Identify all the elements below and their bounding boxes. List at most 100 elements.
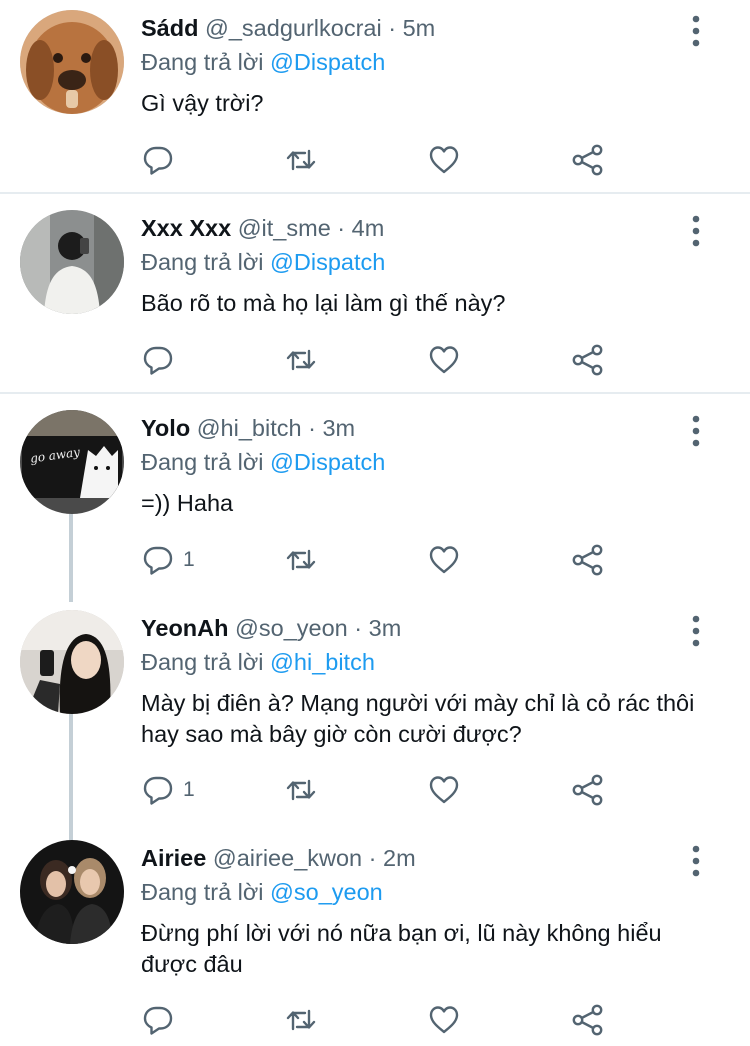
retweet-button[interactable] [284,1002,318,1038]
retweet-button[interactable] [284,142,318,178]
replying-to: Đang trả lời @hi_bitch [141,647,375,677]
avatar[interactable] [20,10,124,114]
separator-dot: · [354,615,363,641]
replying-to-label: Đang trả lời [141,249,264,275]
tweet[interactable]: Airiee @airiee_kwon · 2m Đang trả lời @s… [0,840,750,1046]
retweet-button[interactable] [284,342,318,378]
replying-to: Đang trả lời @Dispatch [141,247,385,277]
tweet[interactable]: Xxx Xxx @it_sme · 4m Đang trả lời @Dispa… [0,210,750,393]
more-options-icon [692,845,700,877]
author-handle[interactable]: @_sadgurlkocrai [205,15,382,41]
tweet-header: YeonAh @so_yeon · 3m [141,613,401,643]
more-options-icon [692,415,700,447]
reply-button[interactable]: 1 [141,542,195,578]
reply-count: 1 [183,778,195,801]
tweet[interactable]: Sádd @_sadgurlkocrai · 5m Đang trả lời @… [0,10,750,193]
reply-button[interactable] [141,342,183,378]
tweet-text: Đừng phí lời với nó nữa bạn ơi, lũ này k… [141,920,662,977]
retweet-icon [286,779,316,801]
tweet-header: Sádd @_sadgurlkocrai · 5m [141,13,435,43]
author-name[interactable]: Yolo [141,415,190,441]
like-button[interactable] [427,342,461,378]
author-name[interactable]: Airiee [141,845,206,871]
author-name[interactable]: Xxx Xxx [141,215,231,241]
retweet-icon [286,1009,316,1031]
like-icon [429,346,459,374]
timestamp[interactable]: 3m [322,415,355,441]
tweet-header: Yolo @hi_bitch · 3m [141,413,355,443]
retweet-button[interactable] [284,542,318,578]
reply-button[interactable]: 1 [141,772,195,808]
author-handle[interactable]: @hi_bitch [197,415,302,441]
reply-button[interactable] [141,142,183,178]
replying-to: Đang trả lời @Dispatch [141,47,385,77]
like-icon [429,146,459,174]
timestamp[interactable]: 3m [369,615,402,641]
author-name[interactable]: Sádd [141,15,198,41]
separator-dot: · [308,415,316,441]
mention-link[interactable]: @Dispatch [270,249,385,275]
avatar[interactable] [20,840,124,944]
author-handle[interactable]: @it_sme [238,215,331,241]
author-name[interactable]: YeonAh [141,615,228,641]
timestamp[interactable]: 4m [352,215,385,241]
reply-icon [143,346,173,375]
more-options-icon [692,15,700,47]
share-button[interactable] [571,772,605,808]
replying-to-label: Đang trả lời [141,649,264,675]
retweet-icon [286,149,316,171]
tweet[interactable]: YeonAh @so_yeon · 3m Đang trả lời @hi_bi… [0,610,750,840]
timestamp[interactable]: 2m [383,845,416,871]
thread-connector [69,714,73,840]
like-button[interactable] [427,1002,461,1038]
like-button[interactable] [427,542,461,578]
thread-connector [69,514,73,602]
action-bar [141,1002,621,1038]
reply-icon [143,1006,173,1035]
timestamp[interactable]: 5m [403,15,436,41]
more-options-button[interactable] [682,614,710,648]
share-button[interactable] [571,1002,605,1038]
avatar[interactable] [20,210,124,314]
reply-icon [143,776,173,805]
share-button[interactable] [571,342,605,378]
mention-link[interactable]: @so_yeon [270,879,383,905]
more-options-icon [692,215,700,247]
mention-link[interactable]: @hi_bitch [270,649,375,675]
divider [0,392,750,394]
reply-feed: Sádd @_sadgurlkocrai · 5m Đang trả lời @… [0,0,750,1046]
more-options-button[interactable] [682,14,710,48]
retweet-icon [286,549,316,571]
like-icon [429,546,459,574]
like-icon [429,1006,459,1034]
avatar[interactable]: go away [20,410,124,514]
mention-link[interactable]: @Dispatch [270,449,385,475]
like-button[interactable] [427,772,461,808]
retweet-button[interactable] [284,772,318,808]
mention-link[interactable]: @Dispatch [270,49,385,75]
tweet-text: =)) Haha [141,490,234,516]
like-icon [429,776,459,804]
action-bar [141,142,621,178]
tweet-text: Mày bị điên à? Mạng người với mày chỉ là… [141,690,695,747]
replying-to: Đang trả lời @Dispatch [141,447,385,477]
share-icon [572,1004,603,1036]
tweet-header: Xxx Xxx @it_sme · 4m [141,213,384,243]
more-options-button[interactable] [682,414,710,448]
avatar[interactable] [20,610,124,714]
replying-to: Đang trả lời @so_yeon [141,877,383,907]
share-button[interactable] [571,542,605,578]
action-bar: 1 [141,542,621,578]
more-options-button[interactable] [682,844,710,878]
share-button[interactable] [571,142,605,178]
more-options-button[interactable] [682,214,710,248]
tweet[interactable]: go away Yolo @hi_bitch · 3m Đang trả lời… [0,410,750,602]
like-button[interactable] [427,142,461,178]
author-handle[interactable]: @airiee_kwon [213,845,362,871]
author-handle[interactable]: @so_yeon [235,615,348,641]
share-icon [572,344,603,376]
reply-button[interactable] [141,1002,183,1038]
share-icon [572,144,603,176]
tweet-text: Gì vậy trời? [141,90,264,116]
tweet-text: Bão rõ to mà họ lại làm gì thế này? [141,290,506,316]
